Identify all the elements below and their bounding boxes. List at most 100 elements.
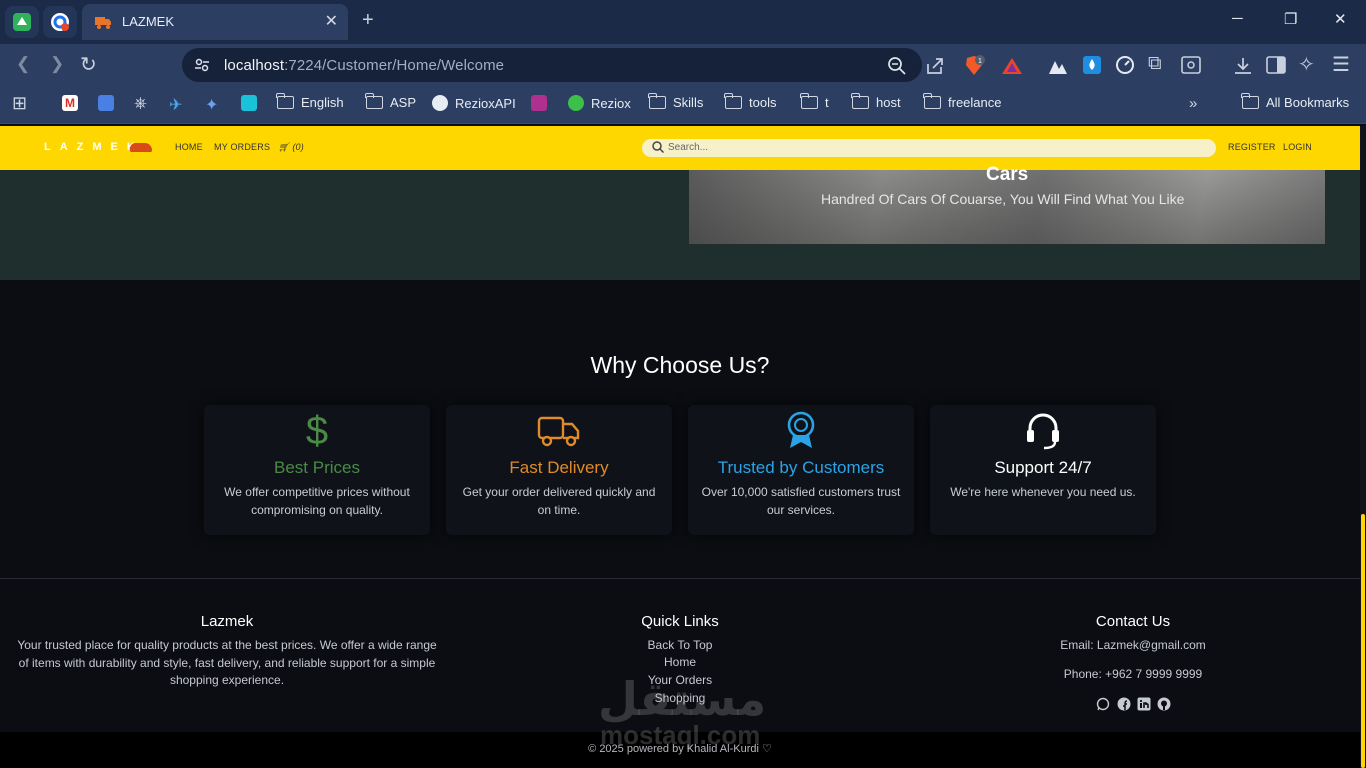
headset-icon — [1027, 413, 1059, 450]
feature-desc: Get your order delivered quickly and on … — [462, 485, 656, 517]
logo-car-icon — [130, 143, 152, 152]
reload-icon[interactable]: ↻ — [80, 52, 97, 77]
address-bar[interactable]: localhost:7224/Customer/Home/Welcome — [182, 48, 922, 82]
bookmark-t[interactable]: t — [800, 93, 829, 110]
folder-icon — [648, 93, 666, 109]
footer-about-title: Lazmek — [200, 613, 254, 630]
gemini-icon: ✦ — [205, 97, 219, 114]
angular-bookmark[interactable] — [531, 95, 547, 111]
back-icon[interactable]: ❮ — [16, 54, 30, 74]
grammar-icon — [51, 13, 69, 31]
brave-shield-icon[interactable]: 1 — [963, 55, 985, 77]
more-bookmarks-icon[interactable]: » — [1189, 95, 1197, 112]
minimize-icon[interactable]: ─ — [1232, 10, 1243, 27]
site-settings-icon[interactable] — [194, 57, 210, 73]
scrollbar-thumb[interactable] — [1361, 514, 1365, 768]
gemini-bookmark[interactable]: ✦ — [205, 95, 218, 115]
active-tab[interactable]: LAZMEK ✕ — [82, 4, 348, 40]
section-title: Why Choose Us? — [590, 352, 770, 378]
gmail-bookmark[interactable]: M — [62, 95, 78, 111]
bookmark-english[interactable]: English — [276, 93, 344, 110]
nav-orders-link[interactable]: MY ORDERS — [214, 142, 270, 152]
nav-register-link[interactable]: REGISTER — [1228, 142, 1276, 152]
chatgpt-icon: ⎈ — [134, 95, 147, 112]
bookmarks-bar: ⊞ M ⎈ ✈ ✦ English ASP RezioxAPI Reziox S… — [0, 86, 1366, 124]
site-bookmark[interactable] — [241, 95, 257, 111]
feature-desc: We offer competitive prices without comp… — [224, 485, 410, 517]
folder-icon — [1241, 93, 1259, 109]
feature-title: Support 24/7 — [994, 458, 1092, 477]
drop-ext-icon[interactable] — [1082, 55, 1102, 75]
translate-icon — [98, 95, 114, 111]
footer-link-home[interactable]: Home — [580, 654, 780, 672]
zoom-icon[interactable] — [887, 56, 907, 76]
extensions-icon[interactable]: ⧉ — [1148, 53, 1162, 75]
nav-login-link[interactable]: LOGIN — [1283, 142, 1312, 152]
nav-home-link[interactable]: HOME — [175, 142, 203, 152]
chatgpt-bookmark[interactable]: ⎈ — [134, 95, 147, 113]
search-icon — [652, 141, 664, 153]
angular-icon — [531, 95, 547, 111]
speed-ext-icon[interactable] — [1115, 55, 1135, 75]
close-window-icon[interactable]: ✕ — [1334, 10, 1347, 28]
bookmark-rezioxapi[interactable]: RezioxAPI — [432, 95, 516, 111]
reading-list-icon[interactable] — [1181, 56, 1201, 74]
downloads-icon[interactable] — [1233, 56, 1253, 76]
folder-icon — [851, 93, 869, 109]
footer-link-back-to-top[interactable]: Back To Top — [580, 637, 780, 655]
github-icon[interactable] — [1157, 697, 1171, 711]
folder-icon — [365, 93, 383, 109]
pinned-tab-2[interactable] — [43, 6, 77, 38]
mountain-ext-icon[interactable] — [1048, 57, 1068, 75]
hero-subtitle: Handred Of Cars Of Couarse, You Will Fin… — [821, 191, 1185, 207]
footer-links-title: Quick Links — [641, 613, 719, 630]
whatsapp-icon[interactable] — [1096, 697, 1110, 711]
share-icon[interactable] — [925, 56, 945, 76]
bookmark-reziox[interactable]: Reziox — [568, 95, 631, 111]
cart-count: (0) — [292, 142, 304, 152]
feature-card-trusted: Trusted by Customers Over 10,000 satisfi… — [688, 405, 914, 535]
bird-bookmark[interactable]: ✈ — [169, 95, 182, 115]
feature-desc: Over 10,000 satisfied customers trust ou… — [701, 485, 901, 517]
maximize-icon[interactable]: ❐ — [1284, 10, 1297, 28]
footer-about-text: Your trusted place for quality products … — [17, 638, 437, 687]
linkedin-icon[interactable] — [1137, 697, 1151, 711]
nav-cart-link[interactable]: 🛒︎ (0) — [278, 142, 304, 153]
leo-ai-icon[interactable]: ✧ — [1298, 52, 1315, 77]
dollar-icon: $ — [305, 409, 329, 453]
bookmark-host[interactable]: host — [851, 93, 901, 110]
bookmark-tools[interactable]: tools — [724, 93, 776, 110]
facebook-icon[interactable] — [1117, 697, 1131, 711]
rewards-icon[interactable] — [1001, 56, 1023, 76]
forward-icon[interactable]: ❯ — [50, 54, 64, 74]
gmail-icon: M — [62, 95, 78, 111]
new-tab-icon[interactable]: + — [362, 9, 374, 32]
folder-icon — [724, 93, 742, 109]
folder-icon — [923, 93, 941, 109]
footer-email: Email: Lazmek@gmail.com — [1060, 638, 1206, 652]
folder-icon — [276, 93, 294, 109]
translate-bookmark[interactable] — [98, 95, 114, 111]
site-logo[interactable]: LAZMEK — [44, 141, 144, 153]
search-placeholder: Search... — [668, 142, 709, 153]
bookmark-asp[interactable]: ASP — [365, 93, 416, 110]
apps-grid-icon[interactable]: ⊞ — [12, 93, 27, 114]
badge-count: 1 — [978, 58, 982, 65]
pinned-tab-1[interactable] — [5, 6, 39, 38]
bird-icon: ✈ — [169, 97, 183, 114]
url-text: localhost:7224/Customer/Home/Welcome — [224, 57, 505, 74]
search-input[interactable]: Search... — [642, 139, 1216, 157]
watermark-domain: mostaql.com — [600, 720, 761, 750]
feature-desc: We're here whenever you need us. — [950, 485, 1136, 499]
feature-card-prices: $ Best Prices We offer competitive price… — [204, 405, 430, 535]
bookmark-freelance[interactable]: freelance — [923, 93, 1001, 110]
close-tab-icon[interactable]: ✕ — [325, 11, 338, 31]
truck-favicon-icon — [95, 17, 111, 29]
globe-icon — [568, 95, 584, 111]
all-bookmarks[interactable]: All Bookmarks — [1241, 93, 1349, 110]
bookmark-skills[interactable]: Skills — [648, 93, 703, 110]
site-icon — [241, 95, 257, 111]
sidebar-icon[interactable] — [1266, 56, 1286, 74]
menu-icon[interactable]: ☰ — [1332, 52, 1350, 77]
tab-title: LAZMEK — [122, 14, 175, 29]
